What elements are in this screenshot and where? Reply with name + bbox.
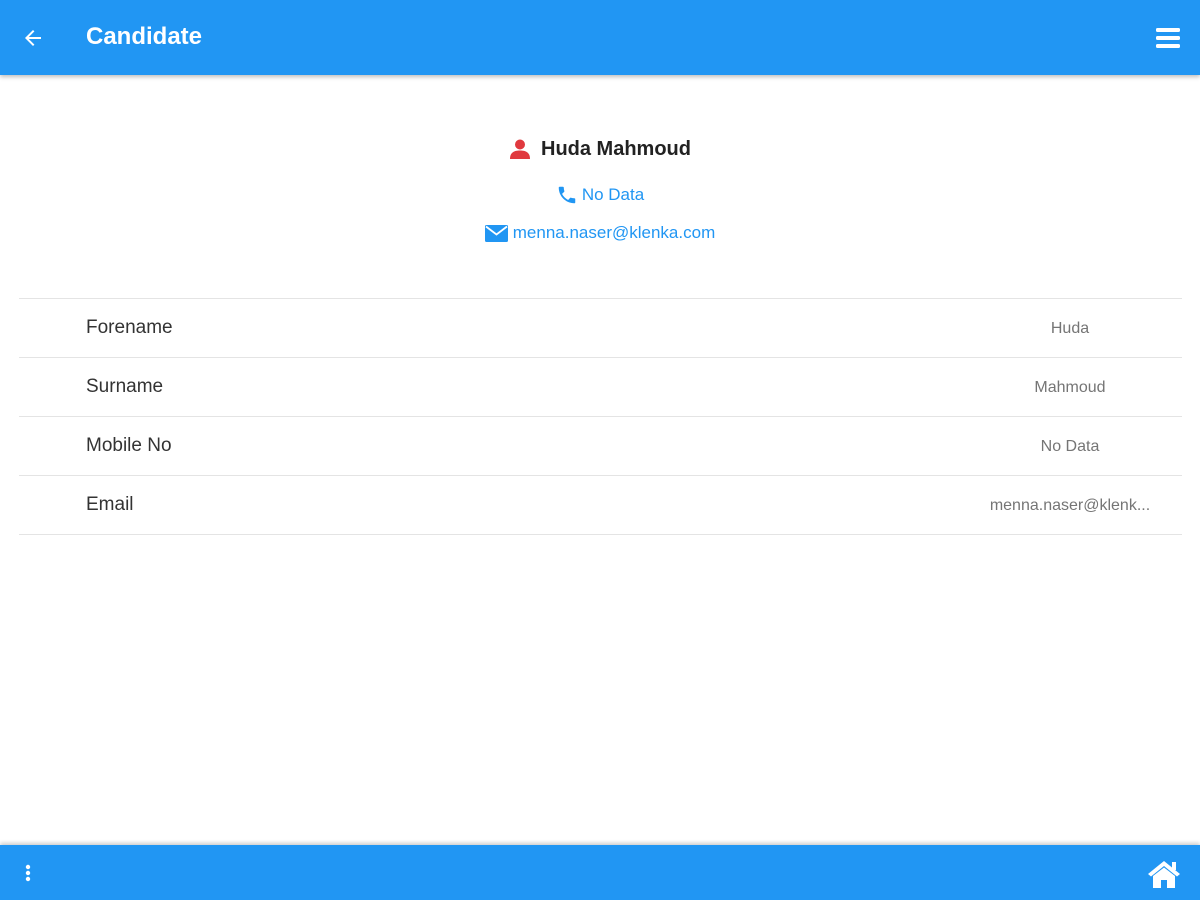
home-button[interactable] — [1144, 857, 1184, 891]
detail-value: No Data — [1040, 438, 1100, 455]
candidate-name: Huda Mahmoud — [541, 138, 691, 160]
detail-row-surname[interactable]: Surname Mahmoud — [19, 358, 1182, 417]
email-link[interactable]: menna.naser@klenka.com — [0, 221, 1200, 245]
hamburger-menu-icon — [1156, 28, 1180, 48]
detail-value: Mahmoud — [1034, 379, 1106, 396]
detail-label: Surname — [86, 376, 164, 397]
person-icon — [510, 139, 530, 159]
candidate-summary: Huda Mahmoud No Data menna.naser@klenka.… — [0, 75, 1200, 297]
email-text: menna.naser@klenka.com — [512, 223, 716, 242]
vertical-dots-icon — [25, 864, 31, 882]
detail-value: Huda — [1050, 320, 1090, 337]
bottom-app-bar — [0, 845, 1200, 900]
envelope-icon — [484, 224, 508, 242]
detail-label: Forename — [86, 317, 173, 338]
detail-value: menna.naser@klenk... — [989, 497, 1151, 514]
phone-icon — [558, 186, 576, 204]
detail-label: Email — [86, 494, 134, 515]
phone-text: No Data — [581, 185, 645, 204]
detail-label: Mobile No — [86, 435, 172, 456]
detail-row-forename[interactable]: Forename Huda — [19, 299, 1182, 358]
detail-row-mobile[interactable]: Mobile No No Data — [19, 417, 1182, 476]
app-screen: Candidate Huda Mahmoud No Data menna.nas… — [0, 0, 1200, 900]
arrow-left-icon — [25, 30, 41, 46]
phone-link[interactable]: No Data — [0, 183, 1200, 207]
candidate-name-row: Huda Mahmoud — [0, 135, 1200, 163]
candidate-details-list: Forename Huda Surname Mahmoud Mobile No … — [19, 298, 1182, 535]
home-icon — [1148, 861, 1180, 888]
page-title: Candidate — [86, 23, 203, 50]
top-app-bar: Candidate — [0, 0, 1200, 75]
more-options-button[interactable] — [16, 859, 40, 887]
detail-row-email[interactable]: Email menna.naser@klenk... — [19, 476, 1182, 535]
menu-button[interactable] — [1150, 20, 1186, 56]
back-button[interactable] — [14, 19, 52, 57]
